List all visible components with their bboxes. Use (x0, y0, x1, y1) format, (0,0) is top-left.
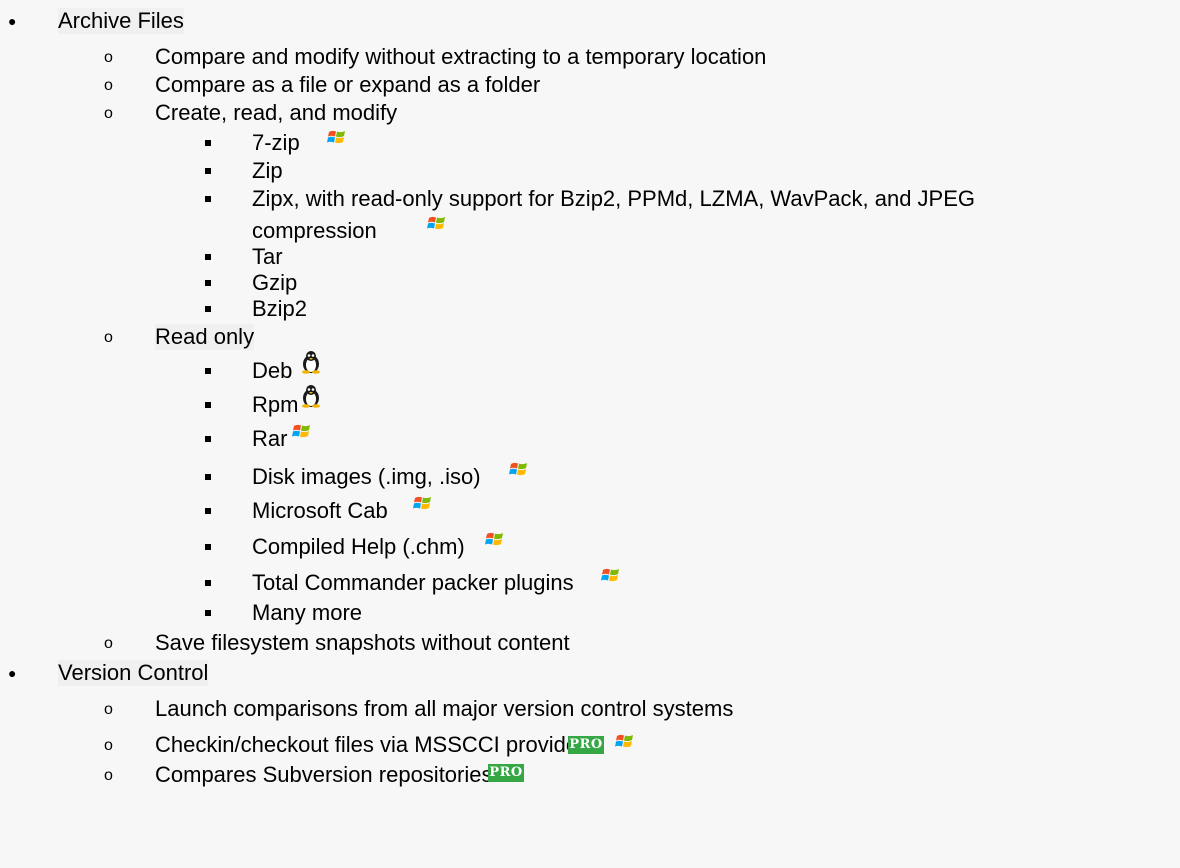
windows-icon (291, 420, 313, 442)
item-text: Compare and modify without extracting to… (155, 44, 767, 69)
bullet-circle: o (104, 701, 113, 718)
bullet-square (205, 368, 211, 374)
item-text: Microsoft Cab (252, 498, 388, 523)
bullet-circle: o (104, 329, 113, 346)
linux-icon (300, 350, 322, 374)
bullet-circle: o (104, 105, 113, 122)
bullet-square (205, 436, 211, 442)
bullet-square (205, 402, 211, 408)
bullet-circle: o (104, 767, 113, 784)
linux-icon (300, 384, 322, 408)
item-text: Zipx, with read-only support for Bzip2, … (252, 186, 976, 211)
item-text: Launch comparisons from all major versio… (155, 696, 734, 721)
item-text: Create, read, and modify (155, 100, 398, 125)
windows-icon (508, 458, 530, 480)
bullet-square (205, 140, 211, 146)
pro-badge: PRO (488, 764, 524, 782)
bullet-square (205, 580, 211, 586)
item-text: Tar (252, 244, 283, 269)
item-text: Rpm (252, 392, 299, 417)
section-title: Version Control (58, 660, 209, 686)
bullet-square (205, 196, 211, 202)
bullet-circle: o (104, 737, 113, 754)
item-text: Gzip (252, 270, 298, 295)
bullet-square (205, 544, 211, 550)
bullet-square (205, 168, 211, 174)
pro-badge: PRO (568, 736, 604, 754)
bullet-disc: ● (8, 13, 17, 29)
windows-icon (484, 528, 506, 550)
item-text: Many more (252, 600, 363, 625)
bullet-square (205, 610, 211, 616)
item-text: Compares Subversion repositories (155, 762, 493, 787)
windows-icon (600, 564, 622, 586)
bullet-square (205, 254, 211, 260)
bullet-square (205, 306, 211, 312)
item-text: Compiled Help (.chm) (252, 534, 465, 559)
bullet-circle: o (104, 635, 113, 652)
windows-icon (412, 492, 434, 514)
bullet-square (205, 280, 211, 286)
item-text: Checkin/checkout files via MSSCCI provid… (155, 732, 586, 757)
feature-list-document: ● Archive Files o Compare and modify wit… (0, 0, 1180, 868)
bullet-square (205, 508, 211, 514)
item-text: Rar (252, 426, 288, 451)
item-text: Compare as a file or expand as a folder (155, 72, 541, 97)
section-title: Archive Files (58, 8, 184, 34)
windows-icon (326, 126, 348, 148)
bullet-square (205, 474, 211, 480)
bullet-circle: o (104, 77, 113, 94)
item-text: Total Commander packer plugins (252, 570, 574, 595)
bullet-circle: o (104, 49, 113, 66)
item-text: Deb (252, 358, 293, 383)
item-text: compression (252, 218, 377, 243)
item-text: 7-zip (252, 130, 300, 155)
item-text: Save filesystem snapshots without conten… (155, 630, 570, 655)
windows-icon (426, 212, 448, 234)
item-text: Bzip2 (252, 296, 308, 321)
item-text: Read only (155, 324, 255, 350)
windows-icon (614, 730, 636, 752)
item-text: Disk images (.img, .iso) (252, 464, 481, 489)
item-text: Zip (252, 158, 283, 183)
bullet-disc: ● (8, 665, 17, 681)
